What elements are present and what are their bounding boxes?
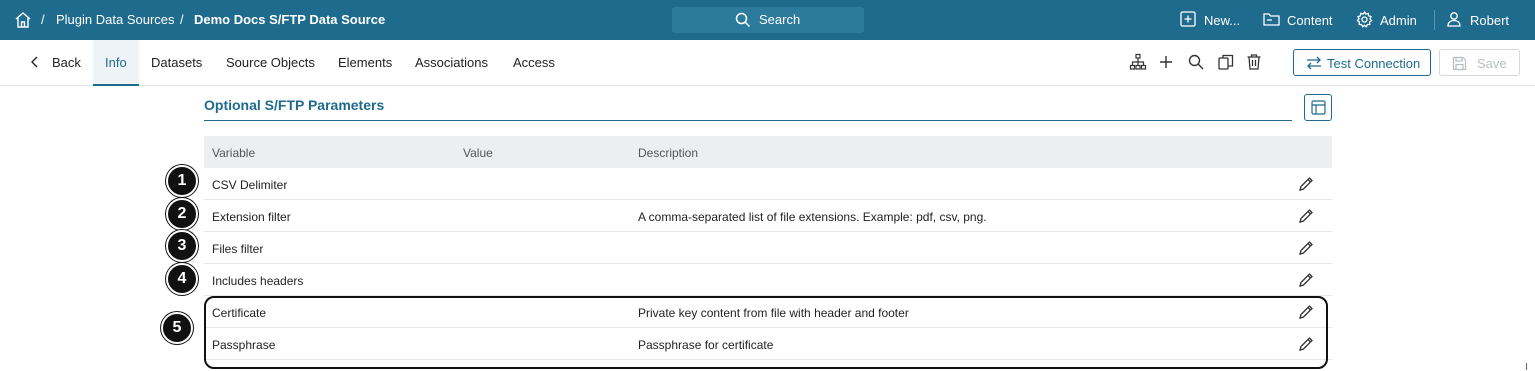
callout-badge-5: 5 (161, 312, 193, 344)
user-icon (1447, 12, 1461, 27)
trash-icon[interactable] (1245, 53, 1263, 71)
content-label: Content (1287, 13, 1333, 28)
variable-cell: Files filter (212, 242, 264, 256)
description-cell: A comma-separated list of file extension… (638, 210, 987, 224)
topbar-divider (1434, 10, 1435, 30)
admin-label: Admin (1380, 13, 1417, 28)
callout-badge-3: 3 (166, 230, 198, 262)
plus-icon[interactable] (1157, 53, 1175, 71)
test-connection-button[interactable]: Test Connection (1293, 49, 1431, 76)
copy-icon[interactable] (1217, 53, 1235, 71)
swap-arrows-icon (1307, 56, 1321, 70)
variable-cell: Includes headers (212, 274, 304, 288)
tab-access[interactable]: Access (513, 55, 555, 70)
home-icon[interactable] (14, 11, 32, 29)
breadcrumb-separator: / (180, 12, 184, 27)
gear-icon (1356, 11, 1373, 28)
layout-toggle-button[interactable] (1304, 94, 1332, 121)
column-value: Value (463, 146, 493, 160)
save-label: Save (1477, 56, 1507, 71)
column-description: Description (638, 146, 699, 160)
pencil-icon[interactable] (1298, 176, 1314, 192)
plus-square-icon (1180, 11, 1196, 27)
folder-icon (1263, 13, 1280, 26)
save-button[interactable]: Save (1439, 49, 1520, 76)
breadcrumb-separator: / (41, 12, 45, 27)
chevron-left-icon[interactable] (30, 56, 40, 68)
table-row[interactable]: Files filter (204, 232, 1332, 264)
floppy-disk-icon (1452, 56, 1467, 71)
table-row[interactable]: Includes headers (204, 264, 1332, 296)
variable-cell: Extension filter (212, 210, 291, 224)
column-variable: Variable (212, 146, 256, 160)
table-layout-icon (1311, 100, 1326, 115)
variable-cell: CSV Delimiter (212, 178, 288, 192)
pencil-icon[interactable] (1298, 272, 1314, 288)
callout-badge-1: 1 (166, 165, 198, 197)
tab-elements[interactable]: Elements (338, 55, 392, 70)
table-row[interactable]: Extension filter A comma-separated list … (204, 200, 1332, 232)
user-label: Robert (1470, 13, 1510, 28)
tab-source-objects[interactable]: Source Objects (226, 55, 315, 70)
global-search[interactable]: Search (672, 7, 864, 33)
table-header: Variable Value Description (204, 136, 1332, 168)
new-label: New... (1204, 13, 1241, 28)
tab-associations[interactable]: Associations (415, 55, 488, 70)
search-icon (735, 12, 751, 28)
breadcrumb-current: Demo Docs S/FTP Data Source (194, 12, 386, 27)
search-label: Search (759, 12, 801, 27)
table-row[interactable]: CSV Delimiter (204, 168, 1332, 200)
annotation-group-box (204, 296, 1328, 369)
tab-bar: Back Info Datasets Source Objects Elemen… (0, 40, 1535, 86)
text-cursor (1526, 363, 1527, 370)
breadcrumb-plugin-data-sources[interactable]: Plugin Data Sources (56, 12, 175, 27)
callout-badge-2: 2 (166, 198, 198, 230)
pencil-icon[interactable] (1298, 208, 1314, 224)
back-button[interactable]: Back (52, 55, 81, 70)
callout-badge-4: 4 (166, 263, 198, 295)
tab-info[interactable]: Info (105, 55, 127, 70)
pencil-icon[interactable] (1298, 240, 1314, 256)
hierarchy-icon[interactable] (1129, 53, 1147, 71)
section-divider (204, 120, 1292, 121)
section-title: Optional S/FTP Parameters (204, 97, 385, 113)
search-icon[interactable] (1187, 53, 1205, 71)
top-bar: / Plugin Data Sources / Demo Docs S/FTP … (0, 0, 1535, 40)
test-connection-label: Test Connection (1327, 56, 1421, 71)
tab-datasets[interactable]: Datasets (151, 55, 202, 70)
